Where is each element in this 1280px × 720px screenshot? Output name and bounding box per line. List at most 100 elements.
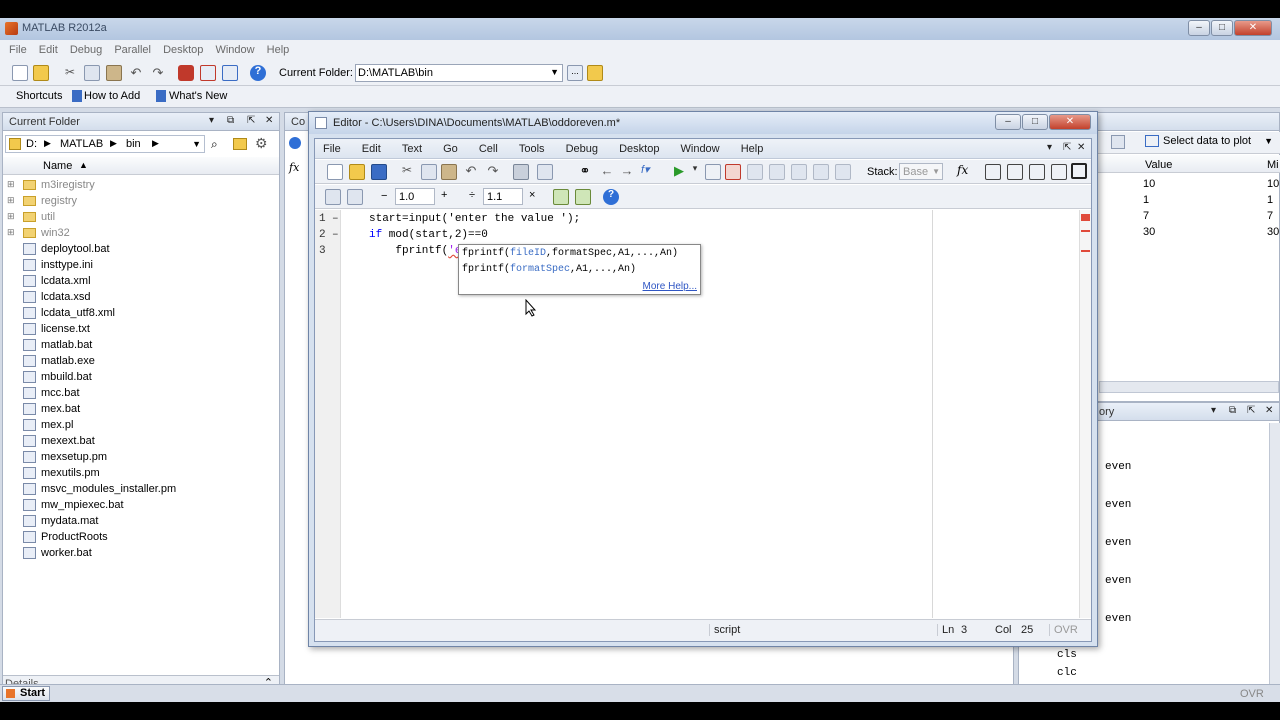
- copy-icon[interactable]: [421, 164, 437, 180]
- editor-menu-cell[interactable]: Cell: [479, 143, 498, 155]
- file-row[interactable]: mcc.bat: [3, 385, 279, 401]
- editor-menu-file[interactable]: File: [323, 143, 341, 155]
- fx-function-icon[interactable]: f▾: [641, 163, 657, 179]
- binoculars-icon[interactable]: ⚭: [577, 163, 593, 179]
- editor-close-button[interactable]: ✕: [1049, 114, 1091, 130]
- file-row[interactable]: mw_mpiexec.bat: [3, 497, 279, 513]
- history-item[interactable]: even: [1105, 537, 1131, 549]
- file-row[interactable]: lcdata_utf8.xml: [3, 305, 279, 321]
- cell-minus-button[interactable]: −: [381, 190, 387, 202]
- cell-plus-button[interactable]: +: [441, 189, 447, 201]
- gear-icon[interactable]: ⚙: [255, 135, 268, 152]
- hint-signature-1[interactable]: fprintf(fileID,formatSpec,A1,...,An): [462, 248, 678, 259]
- menu-desktop[interactable]: Desktop: [163, 44, 203, 56]
- redo-icon[interactable]: ↷: [150, 65, 166, 81]
- cell-help-icon[interactable]: ?: [603, 189, 619, 205]
- value-column-header[interactable]: Value: [1145, 159, 1172, 171]
- file-row[interactable]: matlab.exe: [3, 353, 279, 369]
- run-options-icon[interactable]: ▾: [687, 163, 703, 179]
- forward-icon[interactable]: →: [619, 163, 635, 179]
- expand-icon[interactable]: ⊞: [7, 227, 15, 238]
- cell-value-1-input[interactable]: 1.0: [395, 188, 435, 205]
- cut-icon[interactable]: ✂: [62, 65, 78, 81]
- maximize-panel-icon[interactable]: ⇱: [247, 115, 255, 126]
- new-file-icon[interactable]: [327, 164, 343, 180]
- horizontal-scrollbar[interactable]: [1099, 381, 1279, 393]
- maximize-doc-icon[interactable]: [1071, 163, 1087, 179]
- browse-button[interactable]: ...: [567, 65, 583, 81]
- folder-row[interactable]: ⊞ util: [3, 209, 279, 225]
- close-panel-icon[interactable]: ✕: [265, 115, 273, 126]
- chevron-down-icon[interactable]: ▼: [550, 67, 559, 77]
- editor-menu-go[interactable]: Go: [443, 143, 458, 155]
- tile-horizontal-icon[interactable]: [1029, 164, 1045, 180]
- close-panel-icon[interactable]: ✕: [1265, 405, 1273, 416]
- save-icon[interactable]: [371, 164, 387, 180]
- minimize-button[interactable]: –: [1188, 20, 1210, 36]
- paste-icon[interactable]: [441, 164, 457, 180]
- shortcuts-label[interactable]: Shortcuts: [16, 90, 62, 102]
- open-folder-icon[interactable]: [349, 164, 365, 180]
- continue-icon[interactable]: [813, 164, 829, 180]
- clear-breakpoints-icon[interactable]: [725, 164, 741, 180]
- file-row[interactable]: msvc_modules_installer.pm: [3, 481, 279, 497]
- find-icon[interactable]: [537, 164, 553, 180]
- breadcrumb-matlab[interactable]: MATLAB: [60, 138, 103, 150]
- panel-menu-icon[interactable]: ▾: [1047, 142, 1052, 153]
- maximize-panel-icon[interactable]: ⇱: [1247, 405, 1255, 416]
- run-dash[interactable]: –: [332, 213, 339, 225]
- history-command[interactable]: clc: [1057, 667, 1077, 679]
- editor-menu-debug[interactable]: Debug: [566, 143, 598, 155]
- editor-menu-desktop[interactable]: Desktop: [619, 143, 659, 155]
- current-folder-input[interactable]: D:\MATLAB\bin ▼: [355, 64, 563, 82]
- breadcrumb-dropdown[interactable]: ▼: [192, 139, 201, 149]
- undock-icon[interactable]: ⧉: [1229, 405, 1236, 416]
- history-item[interactable]: even: [1105, 461, 1131, 473]
- file-row[interactable]: mexutils.pm: [3, 465, 279, 481]
- min-column-header[interactable]: Mi: [1267, 159, 1279, 171]
- history-item[interactable]: even: [1105, 499, 1131, 511]
- code-analyzer-bar[interactable]: [1079, 210, 1091, 618]
- breadcrumb-bin[interactable]: bin: [126, 138, 141, 150]
- editor-menu-window[interactable]: Window: [681, 143, 720, 155]
- hint-signature-2[interactable]: fprintf(formatSpec,A1,...,An): [462, 264, 636, 275]
- name-column-header[interactable]: Name ▲: [3, 157, 279, 175]
- file-row[interactable]: mex.pl: [3, 417, 279, 433]
- menu-parallel[interactable]: Parallel: [114, 44, 151, 56]
- help-icon[interactable]: ?: [250, 65, 266, 81]
- editor-menu-tools[interactable]: Tools: [519, 143, 545, 155]
- panel-menu-icon[interactable]: ▾: [1211, 405, 1216, 416]
- new-file-icon[interactable]: [12, 65, 28, 81]
- file-row[interactable]: mexsetup.pm: [3, 449, 279, 465]
- more-help-link[interactable]: More Help...: [643, 281, 697, 292]
- whats-new-link[interactable]: What's New: [169, 90, 227, 102]
- undock-icon[interactable]: ⇱: [1063, 142, 1071, 153]
- expand-icon[interactable]: ⊞: [7, 211, 15, 222]
- file-row[interactable]: deploytool.bat: [3, 241, 279, 257]
- warning-marker[interactable]: [1081, 214, 1090, 221]
- file-row[interactable]: matlab.bat: [3, 337, 279, 353]
- undo-icon[interactable]: ↶: [463, 163, 479, 179]
- cell-divide-button[interactable]: ÷: [469, 189, 475, 201]
- menu-window[interactable]: Window: [215, 44, 254, 56]
- maximize-button[interactable]: □: [1211, 20, 1233, 36]
- run-dash[interactable]: –: [332, 229, 339, 241]
- editor-menu-help[interactable]: Help: [741, 143, 764, 155]
- redo-icon[interactable]: ↷: [485, 163, 501, 179]
- expand-icon[interactable]: ⊞: [7, 195, 15, 206]
- exit-debug-icon[interactable]: [835, 164, 851, 180]
- file-row[interactable]: license.txt: [3, 321, 279, 337]
- menu-file[interactable]: File: [9, 44, 27, 56]
- cell-publish-icon[interactable]: [575, 189, 591, 205]
- guide-icon[interactable]: [200, 65, 216, 81]
- start-button[interactable]: Start: [2, 686, 50, 701]
- cell-eval-icon[interactable]: [325, 189, 341, 205]
- code-line[interactable]: 1– start=input('enter the value ');: [315, 213, 1015, 229]
- undock-icon[interactable]: ⧉: [227, 115, 234, 126]
- run-icon[interactable]: ▶: [671, 163, 687, 179]
- code-area[interactable]: 1– start=input('enter the value '); 2– if m…: [315, 210, 1091, 618]
- cell-advance-icon[interactable]: [347, 189, 363, 205]
- undo-icon[interactable]: ↶: [128, 65, 144, 81]
- float-window-icon[interactable]: [1051, 164, 1067, 180]
- breadcrumb-drive[interactable]: D:: [26, 138, 37, 150]
